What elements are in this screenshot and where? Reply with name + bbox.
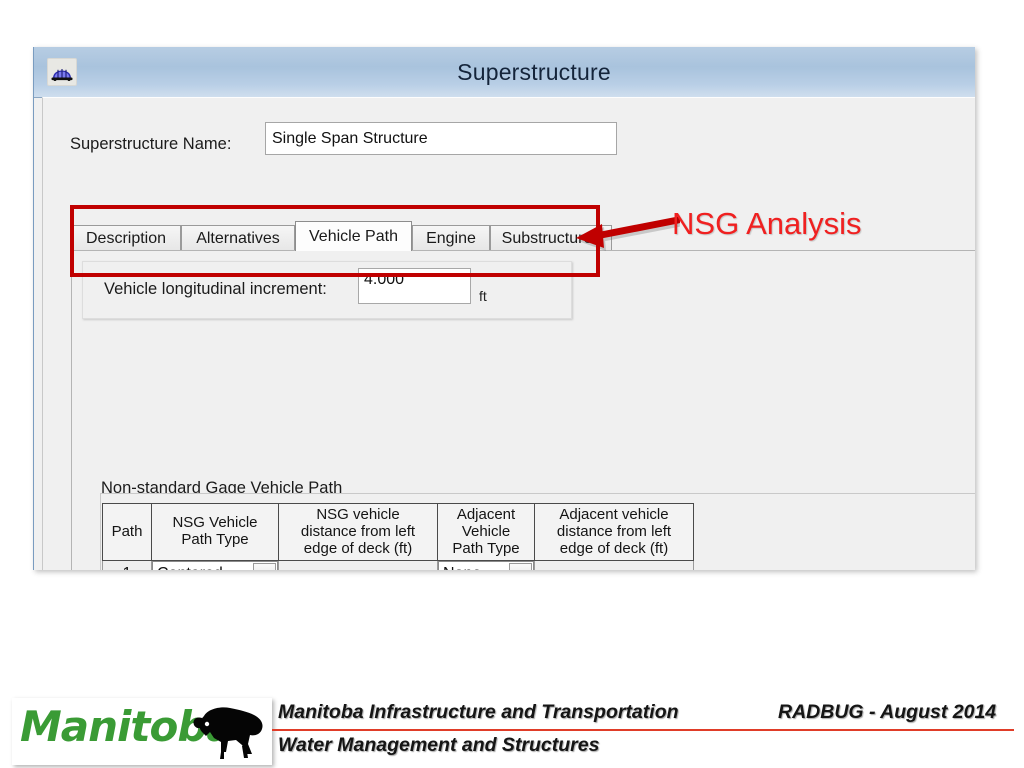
- cell-nsg-vehicle-path-type[interactable]: Centered ▼: [151, 560, 279, 570]
- cell-path[interactable]: 1: [102, 560, 152, 570]
- table-header-row: Path NSG Vehicle Path Type NSG vehicle d…: [102, 502, 694, 562]
- tab-vehicle-path[interactable]: Vehicle Path: [295, 221, 412, 251]
- cell-nsg-vehicle-distance[interactable]: [278, 560, 438, 570]
- application-window-screenshot: Superstructure Superstructure Name: Sing…: [33, 47, 975, 570]
- longitudinal-increment-group: Vehicle longitudinal increment: 4.000 ft: [82, 261, 572, 319]
- footer-divider: [272, 729, 1014, 731]
- nsg-vehicle-path-table: Path NSG Vehicle Path Type NSG vehicle d…: [102, 502, 694, 570]
- nsg-path-type-dropdown[interactable]: Centered ▼: [152, 561, 278, 570]
- window-title-bar[interactable]: Superstructure: [34, 47, 975, 98]
- tab-engine[interactable]: Engine: [412, 225, 490, 251]
- cell-adjacent-vehicle-path-type[interactable]: None ▼: [437, 560, 535, 570]
- longitudinal-increment-input[interactable]: 4.000: [358, 268, 471, 304]
- manitoba-logo: Manitoba: [12, 698, 272, 765]
- nsg-path-type-value: Centered: [153, 565, 223, 570]
- slide-footer: Manitoba Manitoba Infrastructure and Tra…: [0, 698, 1024, 768]
- window-body: Superstructure Name: Single Span Structu…: [42, 97, 975, 570]
- annotation-arrow-icon: [560, 214, 684, 262]
- footer-event-label: RADBUG - August 2014: [778, 701, 997, 723]
- longitudinal-increment-label: Vehicle longitudinal increment:: [104, 280, 327, 298]
- superstructure-window: Superstructure Superstructure Name: Sing…: [33, 47, 975, 570]
- footer-line-2: Water Management and Structures: [278, 734, 600, 756]
- annotation-label: NSG Analysis: [672, 206, 862, 241]
- tab-alternatives[interactable]: Alternatives: [181, 225, 295, 251]
- adjacent-path-type-value: None: [439, 565, 481, 570]
- longitudinal-increment-unit: ft: [479, 288, 487, 304]
- vehicle-path-tab-panel: Vehicle longitudinal increment: 4.000 ft…: [71, 250, 975, 570]
- superstructure-name-input[interactable]: Single Span Structure: [265, 122, 617, 155]
- column-header-adjacent-vehicle-distance[interactable]: Adjacent vehicle distance from left edge…: [534, 502, 694, 562]
- column-header-path[interactable]: Path: [102, 502, 152, 562]
- column-header-adjacent-vehicle-path-type[interactable]: Adjacent Vehicle Path Type: [437, 502, 535, 562]
- window-title: Superstructure: [457, 58, 611, 85]
- chevron-down-icon[interactable]: ▼: [509, 563, 532, 570]
- table-row[interactable]: 1 Centered ▼ None: [102, 560, 694, 570]
- adjacent-path-type-dropdown[interactable]: None ▼: [438, 561, 534, 570]
- superstructure-name-label: Superstructure Name:: [70, 135, 232, 153]
- column-header-nsg-vehicle-distance[interactable]: NSG vehicle distance from left edge of d…: [278, 502, 438, 562]
- bison-icon: [190, 702, 268, 765]
- footer-line-1: Manitoba Infrastructure and Transportati…: [278, 701, 679, 723]
- column-header-nsg-vehicle-path-type[interactable]: NSG Vehicle Path Type: [151, 502, 279, 562]
- cell-adjacent-vehicle-distance[interactable]: [534, 560, 694, 570]
- chevron-down-icon[interactable]: ▼: [253, 563, 276, 570]
- tab-description[interactable]: Description: [71, 225, 181, 251]
